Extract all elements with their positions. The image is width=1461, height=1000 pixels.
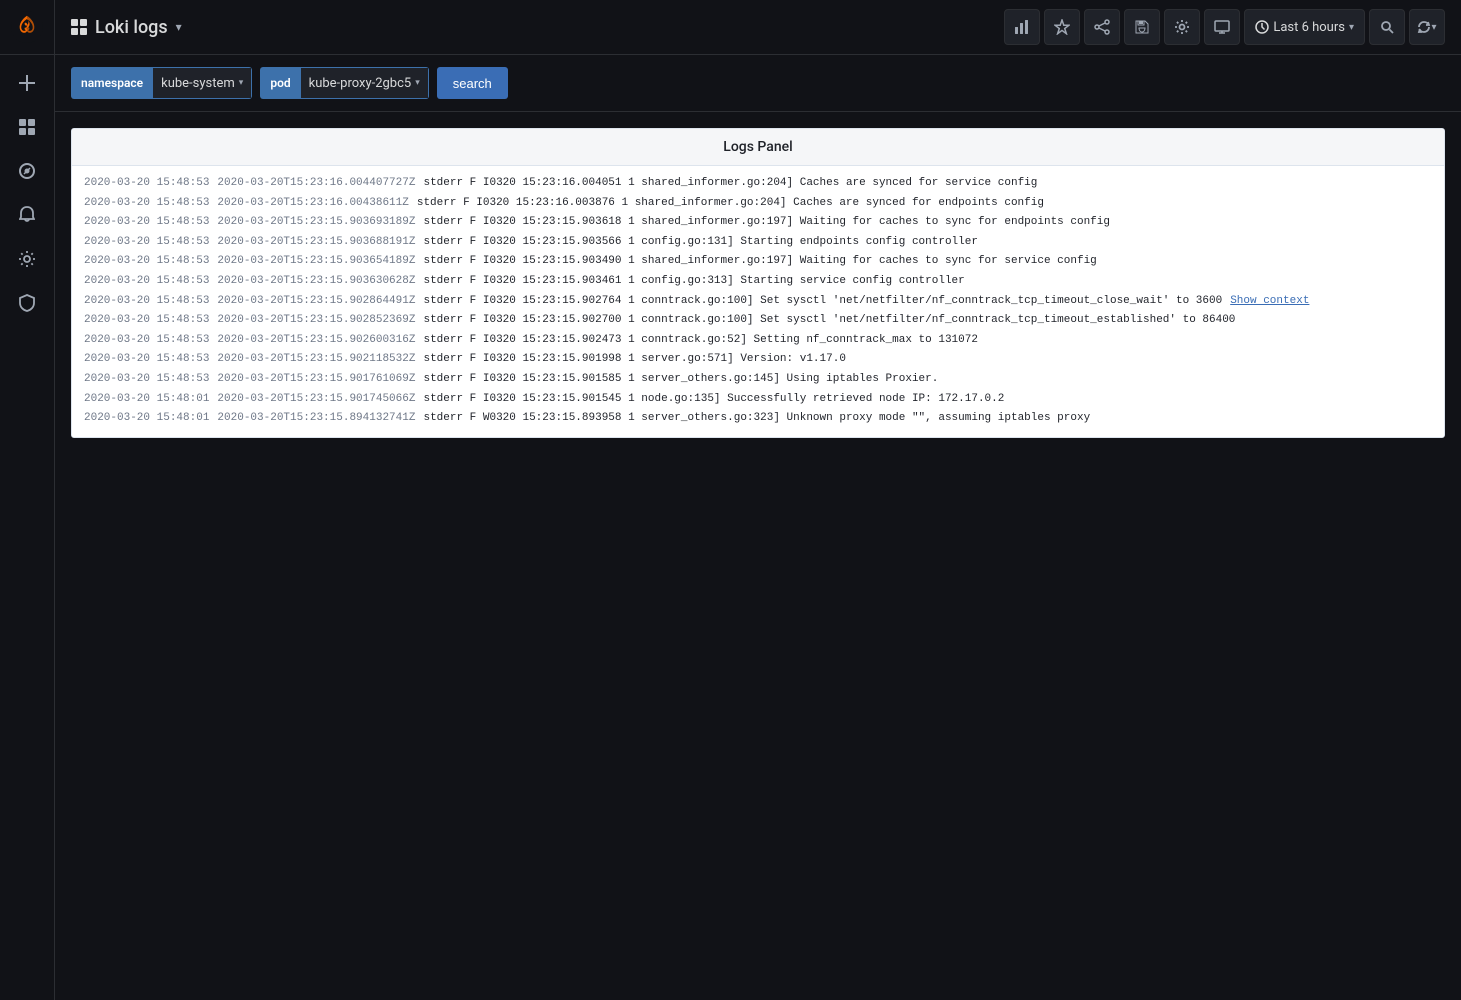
log-timestamp-utc: 2020-03-20T15:23:16.004407727Z <box>217 175 415 193</box>
namespace-value[interactable]: kube-system ▾ <box>153 67 252 99</box>
query-bar: namespace kube-system ▾ pod kube-proxy-2… <box>55 55 1461 112</box>
log-row: 2020-03-20 15:48:53 2020-03-20T15:23:15.9… <box>76 252 1440 272</box>
log-timestamp-utc: 2020-03-20T15:23:15.901745066Z <box>217 391 415 409</box>
refresh-caret: ▾ <box>1431 22 1436 33</box>
sidebar-item-server-admin[interactable] <box>7 283 47 323</box>
log-row: 2020-03-20 15:48:53 2020-03-20T15:23:15.9… <box>76 272 1440 292</box>
log-timestamp-local: 2020-03-20 15:48:53 <box>84 214 209 232</box>
namespace-filter[interactable]: namespace kube-system ▾ <box>71 67 252 99</box>
sidebar-item-add[interactable] <box>7 63 47 103</box>
clock-icon <box>1255 20 1269 34</box>
log-message: stderr F I0320 15:23:15.901545 1 node.go… <box>423 391 1004 409</box>
logs-panel-title: Logs Panel <box>72 129 1444 166</box>
log-timestamp-utc: 2020-03-20T15:23:15.894132741Z <box>217 410 415 428</box>
time-picker-caret: ▾ <box>1349 22 1354 33</box>
log-timestamp-local: 2020-03-20 15:48:53 <box>84 175 209 193</box>
log-timestamp-local: 2020-03-20 15:48:53 <box>84 293 209 311</box>
log-row: 2020-03-20 15:48:01 2020-03-20T15:23:15.8… <box>76 409 1440 429</box>
log-message: stderr F I0320 15:23:15.903461 1 config.… <box>423 273 964 291</box>
log-timestamp-utc: 2020-03-20T15:23:16.00438611Z <box>217 195 408 213</box>
log-row: 2020-03-20 15:48:01 2020-03-20T15:23:15.9… <box>76 390 1440 410</box>
log-timestamp-local: 2020-03-20 15:48:53 <box>84 351 209 369</box>
log-timestamp-utc: 2020-03-20T15:23:15.902118532Z <box>217 351 415 369</box>
log-timestamp-utc: 2020-03-20T15:23:15.903688191Z <box>217 234 415 252</box>
log-message: stderr F W0320 15:23:15.893958 1 server_… <box>423 410 1090 428</box>
log-row: 2020-03-20 15:48:53 2020-03-20T15:23:16.0… <box>76 174 1440 194</box>
save-button[interactable] <box>1124 9 1160 45</box>
visualize-button[interactable] <box>1004 9 1040 45</box>
log-message: stderr F I0320 15:23:15.903490 1 shared_… <box>423 253 1096 271</box>
time-picker-label: Last 6 hours <box>1273 20 1345 35</box>
content-area: Logs Panel 2020-03-20 15:48:532020-03-20… <box>55 112 1461 1000</box>
log-timestamp-utc: 2020-03-20T15:23:15.902600316Z <box>217 332 415 350</box>
dashboard-title-container[interactable]: Loki logs ▾ <box>71 17 182 38</box>
settings-button[interactable] <box>1164 9 1200 45</box>
sidebar-item-configuration[interactable] <box>7 239 47 279</box>
sidebar-item-dashboards[interactable] <box>7 107 47 147</box>
tv-mode-button[interactable] <box>1204 9 1240 45</box>
search-zoom-button[interactable] <box>1369 9 1405 45</box>
log-timestamp-local: 2020-03-20 15:48:53 <box>84 332 209 350</box>
share-button[interactable] <box>1084 9 1120 45</box>
log-row: 2020-03-20 15:48:53 2020-03-20T15:23:15.9… <box>76 311 1440 331</box>
pod-filter[interactable]: pod kube-proxy-2gbc5 ▾ <box>260 67 428 99</box>
log-message: stderr F I0320 15:23:15.903566 1 config.… <box>423 234 978 252</box>
refresh-button[interactable]: ▾ <box>1409 9 1445 45</box>
log-message: stderr F I0320 15:23:15.903618 1 shared_… <box>423 214 1110 232</box>
logs-content: 2020-03-20 15:48:53 2020-03-20T15:23:16.0… <box>72 166 1444 437</box>
log-timestamp-local: 2020-03-20 15:48:53 <box>84 312 209 330</box>
refresh-icon <box>1417 20 1431 34</box>
main-content: Loki logs ▾ <box>55 0 1461 1000</box>
log-timestamp-utc: 2020-03-20T15:23:15.903654189Z <box>217 253 415 271</box>
log-timestamp-local: 2020-03-20 15:48:53 <box>84 371 209 389</box>
sidebar-item-alerting[interactable] <box>7 195 47 235</box>
log-timestamp-utc: 2020-03-20T15:23:15.902864491Z <box>217 293 415 311</box>
log-timestamp-local: 2020-03-20 15:48:53 <box>84 195 209 213</box>
logs-panel: Logs Panel 2020-03-20 15:48:532020-03-20… <box>71 128 1445 438</box>
log-timestamp-local: 2020-03-20 15:48:53 <box>84 273 209 291</box>
log-row: 2020-03-20 15:48:53 2020-03-20T15:23:15.9… <box>76 370 1440 390</box>
title-caret-icon: ▾ <box>176 20 182 34</box>
log-timestamp-utc: 2020-03-20T15:23:15.903630628Z <box>217 273 415 291</box>
log-timestamp-local: 2020-03-20 15:48:53 <box>84 234 209 252</box>
namespace-key: namespace <box>71 67 153 99</box>
log-timestamp-utc: 2020-03-20T15:23:15.903693189Z <box>217 214 415 232</box>
log-timestamp-utc: 2020-03-20T15:23:15.902852369Z <box>217 312 415 330</box>
show-context-link[interactable]: Show context <box>1230 293 1309 311</box>
log-timestamp-local: 2020-03-20 15:48:01 <box>84 410 209 428</box>
pod-value[interactable]: kube-proxy-2gbc5 ▾ <box>301 67 429 99</box>
namespace-caret: ▾ <box>239 78 244 88</box>
dashboard-title: Loki logs <box>95 17 168 38</box>
log-message: stderr F I0320 15:23:16.004051 1 shared_… <box>423 175 1037 193</box>
search-button[interactable]: search <box>437 67 508 99</box>
log-row: 2020-03-20 15:48:53 2020-03-20T15:23:16.0… <box>76 194 1440 214</box>
log-message: stderr F I0320 15:23:15.902473 1 conntra… <box>423 332 978 350</box>
pod-caret: ▾ <box>415 78 420 88</box>
log-timestamp-local: 2020-03-20 15:48:01 <box>84 391 209 409</box>
log-message: stderr F I0320 15:23:15.902764 1 conntra… <box>423 293 1222 311</box>
topbar: Loki logs ▾ <box>55 0 1461 55</box>
sidebar <box>0 0 55 1000</box>
log-message: stderr F I0320 15:23:15.902700 1 conntra… <box>423 312 1235 330</box>
log-timestamp-local: 2020-03-20 15:48:53 <box>84 253 209 271</box>
log-row: 2020-03-20 15:48:53 2020-03-20T15:23:15.9… <box>76 350 1440 370</box>
time-picker[interactable]: Last 6 hours ▾ <box>1244 9 1365 45</box>
pod-key: pod <box>260 67 300 99</box>
log-message: stderr F I0320 15:23:16.003876 1 shared_… <box>417 195 1044 213</box>
log-timestamp-utc: 2020-03-20T15:23:15.901761069Z <box>217 371 415 389</box>
apps-grid-icon <box>71 19 87 35</box>
topbar-actions: Last 6 hours ▾ ▾ <box>1004 9 1445 45</box>
log-row: 2020-03-20 15:48:53 2020-03-20T15:23:15.9… <box>76 331 1440 351</box>
log-row: 2020-03-20 15:48:53 2020-03-20T15:23:15.9… <box>76 233 1440 253</box>
log-row: 2020-03-20 15:48:53 2020-03-20T15:23:15.9… <box>76 292 1440 312</box>
sidebar-item-explore[interactable] <box>7 151 47 191</box>
log-message: stderr F I0320 15:23:15.901585 1 server_… <box>423 371 938 389</box>
search-icon <box>1380 20 1394 34</box>
log-message: stderr F I0320 15:23:15.901998 1 server.… <box>423 351 845 369</box>
log-row: 2020-03-20 15:48:53 2020-03-20T15:23:15.9… <box>76 213 1440 233</box>
star-button[interactable] <box>1044 9 1080 45</box>
grafana-logo[interactable] <box>0 0 55 55</box>
